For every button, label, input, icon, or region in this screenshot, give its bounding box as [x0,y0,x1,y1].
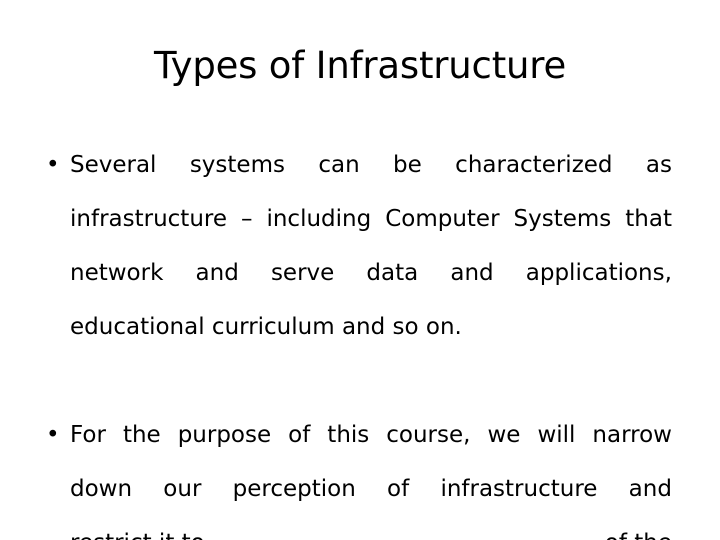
word: and [628,476,672,502]
word: For [70,422,106,448]
word: Systems [513,206,612,232]
word: of [288,422,311,448]
text-line: educational curriculum and so on. [70,300,672,354]
word: course, [386,422,471,448]
word: we [487,422,521,448]
slide-body: • Several systems can be characterized a… [32,138,672,540]
text-line: infrastructure – including Computer Syst… [70,192,672,246]
word: serve [270,260,335,286]
word: – [240,206,253,232]
word: be [393,152,422,178]
bullet-paragraph-1: • Several systems can be characterized a… [32,138,672,354]
word: purpose [177,422,272,448]
bullet-point-icon: • [46,152,60,178]
text-line: Several systems can be characterized as [70,138,672,192]
word: the [122,422,161,448]
line-text: educational curriculum and so on. [70,314,462,340]
word: and [195,260,239,286]
text-line: For the purpose of this course, we will … [70,408,672,462]
word: characterized [455,152,613,178]
word: Several [70,152,157,178]
word: perception [232,476,356,502]
word: infrastructure [440,476,598,502]
word: will [537,422,576,448]
word: of [387,476,410,502]
word: down [70,476,133,502]
text-line: network and serve data and applications, [70,246,672,300]
slide: Types of Infrastructure • Several system… [0,0,720,540]
bullet-point-icon: • [46,422,60,448]
bullet-paragraph-2: • For the purpose of this course, we wil… [32,408,672,540]
word: narrow [592,422,672,448]
word: applications, [525,260,672,286]
word: infrastructure [70,206,227,232]
word: network [70,260,164,286]
word: Computer [385,206,500,232]
word: can [318,152,360,178]
word: and [450,260,494,286]
line-text-left: restrict it to [70,516,205,540]
slide-title: Types of Infrastructure [153,44,567,87]
word: our [163,476,202,502]
word: as [645,152,672,178]
text-line: down our perception of infrastructure an… [70,462,672,516]
word: systems [189,152,285,178]
word: including [266,206,372,232]
word: that [625,206,672,232]
word: data [366,260,419,286]
line-text-right: of the [605,516,672,540]
text-line: restrict it to of the [70,516,672,540]
word: this [327,422,370,448]
